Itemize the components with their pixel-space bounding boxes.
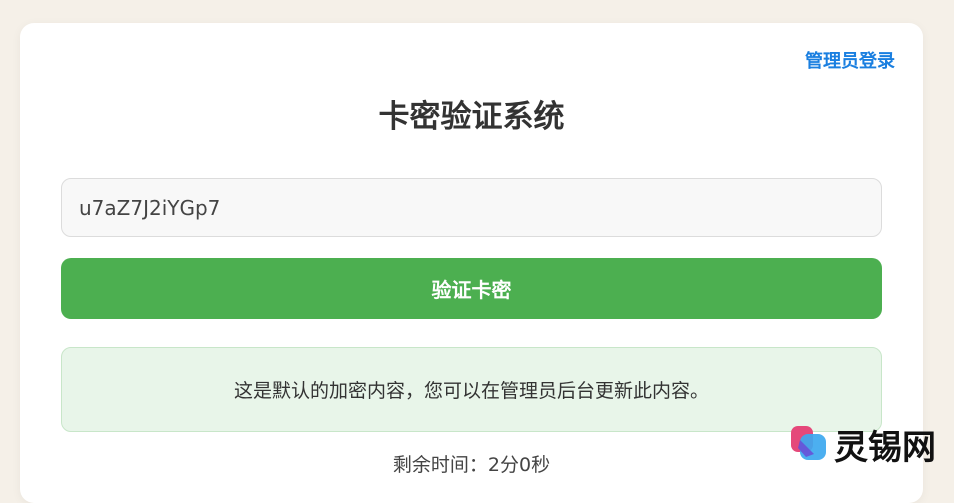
admin-login-link[interactable]: 管理员登录 [805, 47, 895, 73]
page-title: 卡密验证系统 [378, 99, 565, 135]
watermark-text: 灵锡网 [834, 428, 936, 468]
decrypted-content-text: 这是默认的加密内容，您可以在管理员后台更新此内容。 [233, 380, 709, 402]
watermark-logo-icon [791, 425, 826, 460]
watermark: 灵锡网 [788, 420, 936, 469]
verify-button[interactable]: 验证卡密 [61, 258, 882, 319]
decrypted-content-box: 这是默认的加密内容，您可以在管理员后台更新此内容。 [61, 347, 882, 432]
card-key-input[interactable] [61, 178, 882, 237]
